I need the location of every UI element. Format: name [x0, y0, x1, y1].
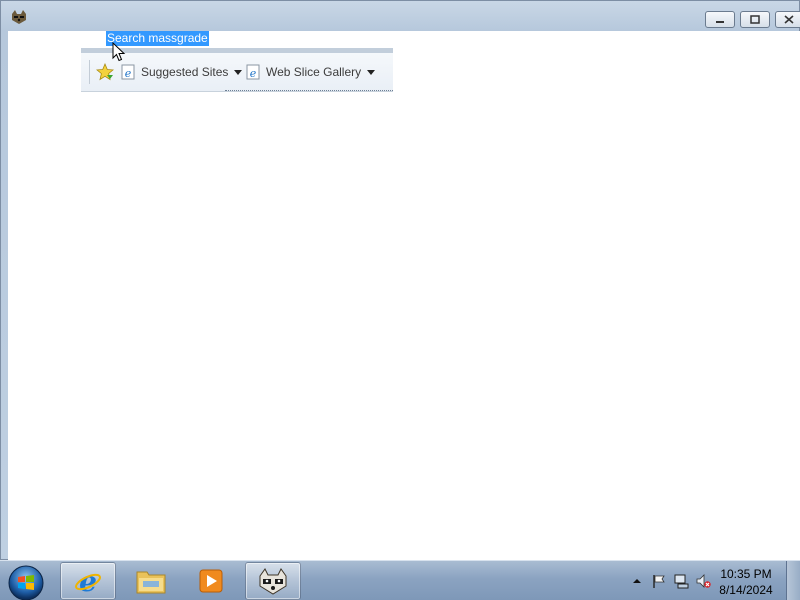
ie-page-icon: e: [246, 64, 260, 80]
taskbar-raccoon-app[interactable]: [245, 562, 301, 600]
window-content: [8, 31, 800, 561]
svg-text:e: e: [79, 566, 97, 596]
clock-date: 8/14/2024: [719, 583, 773, 597]
title-bar[interactable]: [1, 1, 800, 31]
taskbar: e 10:35 PM 8/14/2024: [0, 560, 800, 600]
folder-icon: [136, 571, 166, 594]
action-center-flag-icon[interactable]: [651, 573, 667, 589]
close-icon: [784, 15, 794, 24]
favorites-separator: [89, 60, 90, 84]
system-clock[interactable]: 10:35 PM 8/14/2024: [716, 566, 776, 598]
volume-muted-icon[interactable]: [695, 573, 711, 589]
show-hidden-icons-chevron-up-icon[interactable]: [629, 573, 645, 589]
raccoon-app-icon: [259, 568, 287, 595]
media-player-icon: [199, 569, 223, 593]
svg-text:e: e: [250, 67, 257, 80]
restore-icon: [750, 15, 760, 24]
favorites-item-label: Web Slice Gallery: [266, 65, 362, 79]
favorites-item-label: Suggested Sites: [141, 65, 229, 79]
clock-time: 10:35 PM: [720, 567, 772, 581]
favorites-item-suggested-sites[interactable]: e Suggested Sites: [121, 62, 243, 82]
taskbar-media-player[interactable]: [183, 562, 239, 600]
taskbar-file-explorer[interactable]: [123, 562, 179, 600]
minimize-icon: [716, 20, 724, 23]
add-to-favorites-star-icon[interactable]: [96, 63, 114, 81]
close-button[interactable]: [775, 11, 800, 28]
chevron-down-icon: [367, 69, 376, 75]
taskbar-internet-explorer[interactable]: e: [60, 562, 116, 600]
system-tray: [626, 561, 714, 600]
minimize-button[interactable]: [705, 11, 735, 28]
network-icon[interactable]: [673, 573, 689, 589]
show-desktop-button[interactable]: [786, 561, 800, 600]
start-button-windows-icon[interactable]: [7, 564, 45, 600]
favorites-bar-edge: [225, 90, 393, 92]
raccoon-app-icon[interactable]: [10, 8, 28, 26]
ie-page-icon: e: [121, 64, 135, 80]
svg-text:e: e: [125, 67, 132, 80]
chevron-down-icon: [234, 69, 243, 75]
favorites-item-web-slice-gallery[interactable]: e Web Slice Gallery: [246, 62, 376, 82]
restore-button[interactable]: [740, 11, 770, 28]
mouse-cursor-icon: [112, 42, 126, 62]
internet-explorer-icon: e: [75, 566, 101, 596]
